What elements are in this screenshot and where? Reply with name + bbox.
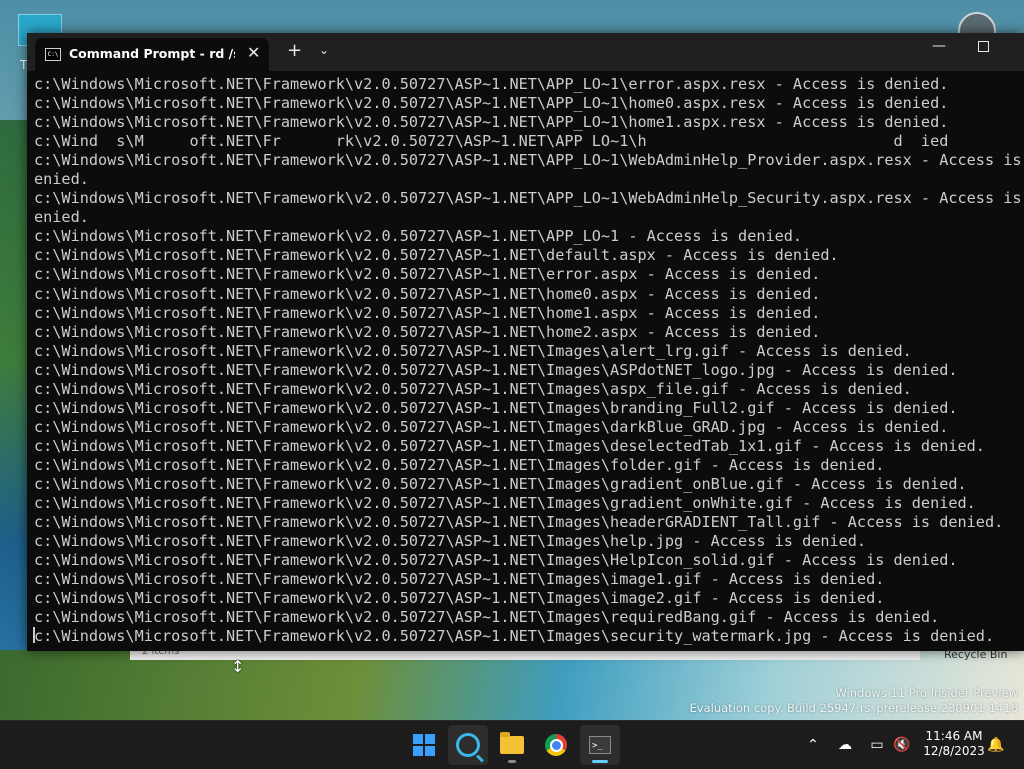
running-indicator [508,760,516,763]
console-line: c:\Windows\Microsoft.NET\Framework\v2.0.… [34,227,803,246]
clock-time: 11:46 AM [925,729,983,743]
windows-start-icon [413,734,435,756]
console-line: c:\Windows\Microsoft.NET\Framework\v2.0.… [34,303,821,322]
new-tab-button[interactable]: + [287,40,302,61]
console-line: c:\Windows\Microsoft.NET\Framework\v2.0.… [34,570,885,589]
console-line: c:\Windows\Microsoft.NET\Framework\v2.0.… [34,627,995,645]
search-icon [456,733,480,757]
console-line: c:\Windows\Microsoft.NET\Framework\v2.0.… [34,494,976,513]
console-line: c:\Windows\Microsoft.NET\Framework\v2.0.… [34,322,821,341]
cloud-offline-icon[interactable]: ☁ [834,721,856,769]
console-line: c:\Windows\Microsoft.NET\Framework\v2.0.… [34,532,867,551]
taskbar: >_ ⌃ ☁ ▭ 🔇 🔔 [0,720,1024,769]
chrome-button[interactable] [536,725,576,765]
console-line: c:\Windows\Microsoft.NET\Framework\v2.0.… [34,436,985,455]
chrome-icon [545,734,567,756]
console-line: c:\Windows\Microsoft.NET\Framework\v2.0.… [34,474,967,493]
console-line: enied. [34,170,89,189]
file-explorer-button[interactable] [492,725,532,765]
command-prompt-icon: C:\ [45,48,61,61]
console-line: c:\Windows\Microsoft.NET\Framework\v2.0.… [34,360,958,379]
terminal-window[interactable]: C:\ Command Prompt - rd /s /q c ✕ + ⌄ — … [27,33,1024,651]
console-line: c:\Windows\Microsoft.NET\Framework\v2.0.… [34,151,1024,170]
console-line: c:\Windows\Microsoft.NET\Framework\v2.0.… [34,379,912,398]
console-line: c:\Windows\Microsoft.NET\Framework\v2.0.… [34,455,885,474]
console-line: c:\Windows\Microsoft.NET\Framework\v2.0.… [34,246,839,265]
console-line: c:\Windows\Microsoft.NET\Framework\v2.0.… [34,75,949,93]
tab-title: Command Prompt - rd /s /q c [69,46,235,61]
terminal-icon: >_ [589,736,611,754]
console-output[interactable]: c:\Windows\Microsoft.NET\Framework\v2.0.… [34,75,1024,645]
start-button[interactable] [404,725,444,765]
console-line: c:\Windows\Microsoft.NET\Framework\v2.0.… [34,341,912,360]
console-line: c:\Wind s\M oft.NET\Fr rk\v2.0.50727\ASP… [34,132,949,151]
volume-muted-icon[interactable]: 🔇 [891,721,913,769]
watermark-line-1: Windows 11 Pro Insider Preview [835,686,1018,700]
tab-command-prompt[interactable]: C:\ Command Prompt - rd /s /q c ✕ [35,38,269,71]
windows-watermark: Windows 11 Pro Insider Preview Evaluatio… [690,686,1018,716]
maximize-button[interactable] [978,41,989,52]
console-line: c:\Windows\Microsoft.NET\Framework\v2.0.… [34,94,949,113]
console-line: c:\Windows\Microsoft.NET\Framework\v2.0.… [34,417,949,436]
show-hidden-icons-button[interactable]: ⌃ [802,721,824,769]
resize-cursor-icon: ↕ [231,657,245,676]
clock-date: 12/8/2023 [923,744,985,758]
console-line: enied. [34,208,89,227]
console-line: c:\Windows\Microsoft.NET\Framework\v2.0.… [34,113,949,132]
close-tab-icon[interactable]: ✕ [247,43,260,62]
watermark-line-2: Evaluation copy. Build 25947.rs_prerelea… [689,701,1018,715]
console-line: c:\Windows\Microsoft.NET\Framework\v2.0.… [34,284,821,303]
taskbar-clock[interactable]: 11:46 AM 12/8/2023 [918,729,990,759]
console-line: c:\Windows\Microsoft.NET\Framework\v2.0.… [34,398,958,417]
console-line: c:\Windows\Microsoft.NET\Framework\v2.0.… [34,589,885,608]
terminal-button[interactable]: >_ [580,725,620,765]
console-line: c:\Windows\Microsoft.NET\Framework\v2.0.… [34,265,821,284]
console-line: c:\Windows\Microsoft.NET\Framework\v2.0.… [34,608,940,627]
minimize-button[interactable]: — [932,38,946,54]
text-cursor [33,627,35,643]
search-button[interactable] [448,725,488,765]
console-line: c:\Windows\Microsoft.NET\Framework\v2.0.… [34,551,958,570]
chevron-down-icon[interactable]: ⌄ [319,43,329,57]
active-indicator [592,760,608,763]
file-explorer-icon [500,732,524,754]
terminal-titlebar[interactable]: C:\ Command Prompt - rd /s /q c ✕ + ⌄ — [27,33,1024,71]
console-line: c:\Windows\Microsoft.NET\Framework\v2.0.… [34,513,1004,532]
console-line: c:\Windows\Microsoft.NET\Framework\v2.0.… [34,189,1024,208]
network-icon[interactable]: ▭ [866,721,888,769]
